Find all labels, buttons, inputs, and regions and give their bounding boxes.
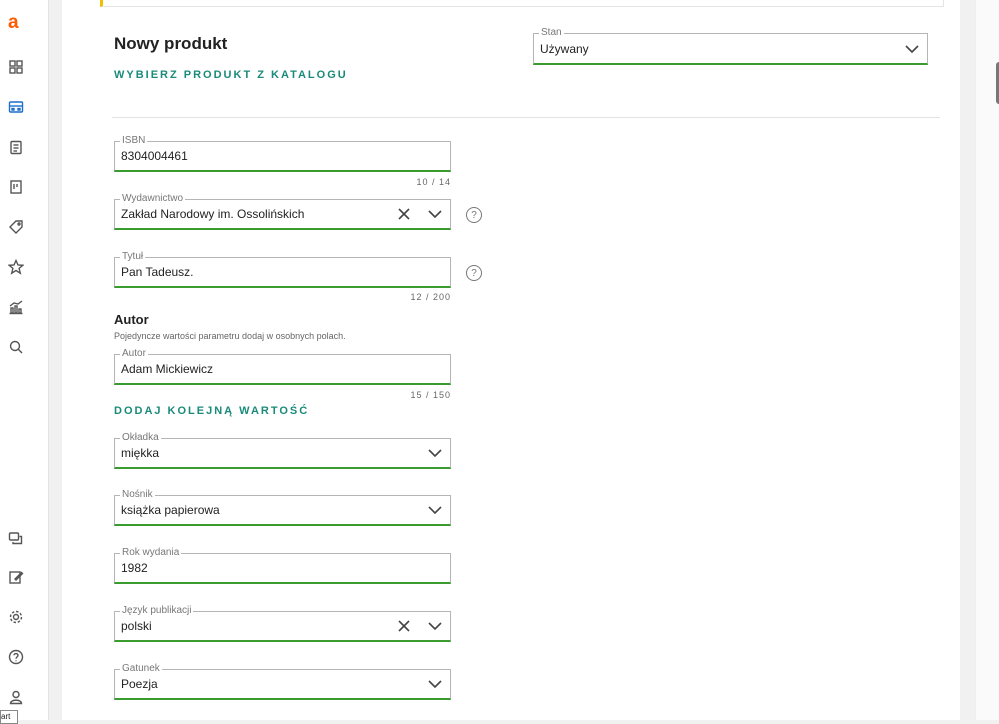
dashboard-icon[interactable] (7, 58, 25, 76)
isbn-field[interactable]: ISBN 8304004461 (114, 134, 451, 172)
star-icon[interactable] (7, 258, 25, 276)
medium-select[interactable]: Nośnik książka papierowa (114, 488, 451, 526)
tooltip-tag: art (0, 710, 18, 724)
vertical-scrollbar[interactable] (975, 0, 999, 720)
publisher-select[interactable]: Wydawnictwo Zakład Narodowy im. Ossolińs… (114, 192, 451, 230)
language-select[interactable]: Język publikacji polski (114, 604, 451, 642)
field-value: miękka (121, 446, 160, 460)
chevron-down-icon[interactable] (428, 439, 442, 467)
chat-icon[interactable] (7, 530, 25, 548)
edit-icon[interactable] (7, 568, 25, 586)
field-value: Pan Tadeusz. (121, 265, 194, 279)
search-icon[interactable] (7, 338, 25, 356)
chevron-down-icon[interactable] (428, 670, 442, 698)
author-char-counter: 15 / 150 (410, 390, 451, 400)
chevron-down-icon[interactable] (905, 34, 919, 63)
title-char-counter: 12 / 200 (410, 292, 451, 302)
field-value: książka papierowa (121, 503, 220, 517)
allegro-logo[interactable]: a (8, 12, 19, 34)
author-hint: Pojedyncze wartości parametru dodaj w os… (114, 331, 346, 341)
gear-icon[interactable] (7, 608, 25, 626)
field-value: 8304004461 (121, 149, 188, 163)
chevron-down-icon[interactable] (428, 612, 442, 640)
clipboard-icon[interactable] (7, 138, 25, 156)
analytics-icon[interactable] (7, 298, 25, 316)
gutter (49, 0, 61, 720)
section-divider (112, 117, 940, 118)
field-value: Poezja (121, 677, 158, 691)
help-icon[interactable]: ? (466, 207, 482, 223)
previous-section-edge (100, 0, 944, 7)
left-navigation-rail: a art (0, 0, 49, 724)
cover-select[interactable]: Okładka miękka (114, 431, 451, 469)
chevron-down-icon[interactable] (428, 496, 442, 524)
isbn-char-counter: 10 / 14 (416, 177, 451, 187)
receipt-icon[interactable] (7, 178, 25, 196)
author-section-heading: Autor (114, 312, 149, 327)
clear-icon[interactable] (398, 200, 410, 228)
field-value: polski (121, 619, 152, 633)
title-field[interactable]: Tytuł Pan Tadeusz. (114, 250, 451, 288)
choose-from-catalog-link[interactable]: WYBIERZ PRODUKT Z KATALOGU (114, 69, 348, 81)
user-icon[interactable] (7, 688, 25, 706)
storefront-icon[interactable] (7, 98, 25, 116)
field-value: Używany (540, 41, 589, 56)
genre-select[interactable]: Gatunek Poezja (114, 662, 451, 700)
author-field[interactable]: Autor Adam Mickiewicz (114, 347, 451, 385)
clear-icon[interactable] (398, 612, 410, 640)
field-value: 1982 (121, 561, 148, 575)
help-icon[interactable]: ? (466, 265, 482, 281)
field-value: Zakład Narodowy im. Ossolińskich (121, 207, 305, 221)
publication-year-field[interactable]: Rok wydania 1982 (114, 546, 451, 584)
condition-select[interactable]: Stan Używany (533, 26, 928, 65)
add-another-value-link[interactable]: DODAJ KOLEJNĄ WARTOŚĆ (114, 405, 309, 417)
field-value: Adam Mickiewicz (121, 362, 214, 376)
product-form-card: Nowy produkt WYBIERZ PRODUKT Z KATALOGU … (62, 0, 960, 720)
page-title: Nowy produkt (114, 34, 228, 53)
chevron-down-icon[interactable] (428, 200, 442, 228)
help-icon[interactable] (7, 648, 25, 666)
tag-icon[interactable] (7, 218, 25, 236)
